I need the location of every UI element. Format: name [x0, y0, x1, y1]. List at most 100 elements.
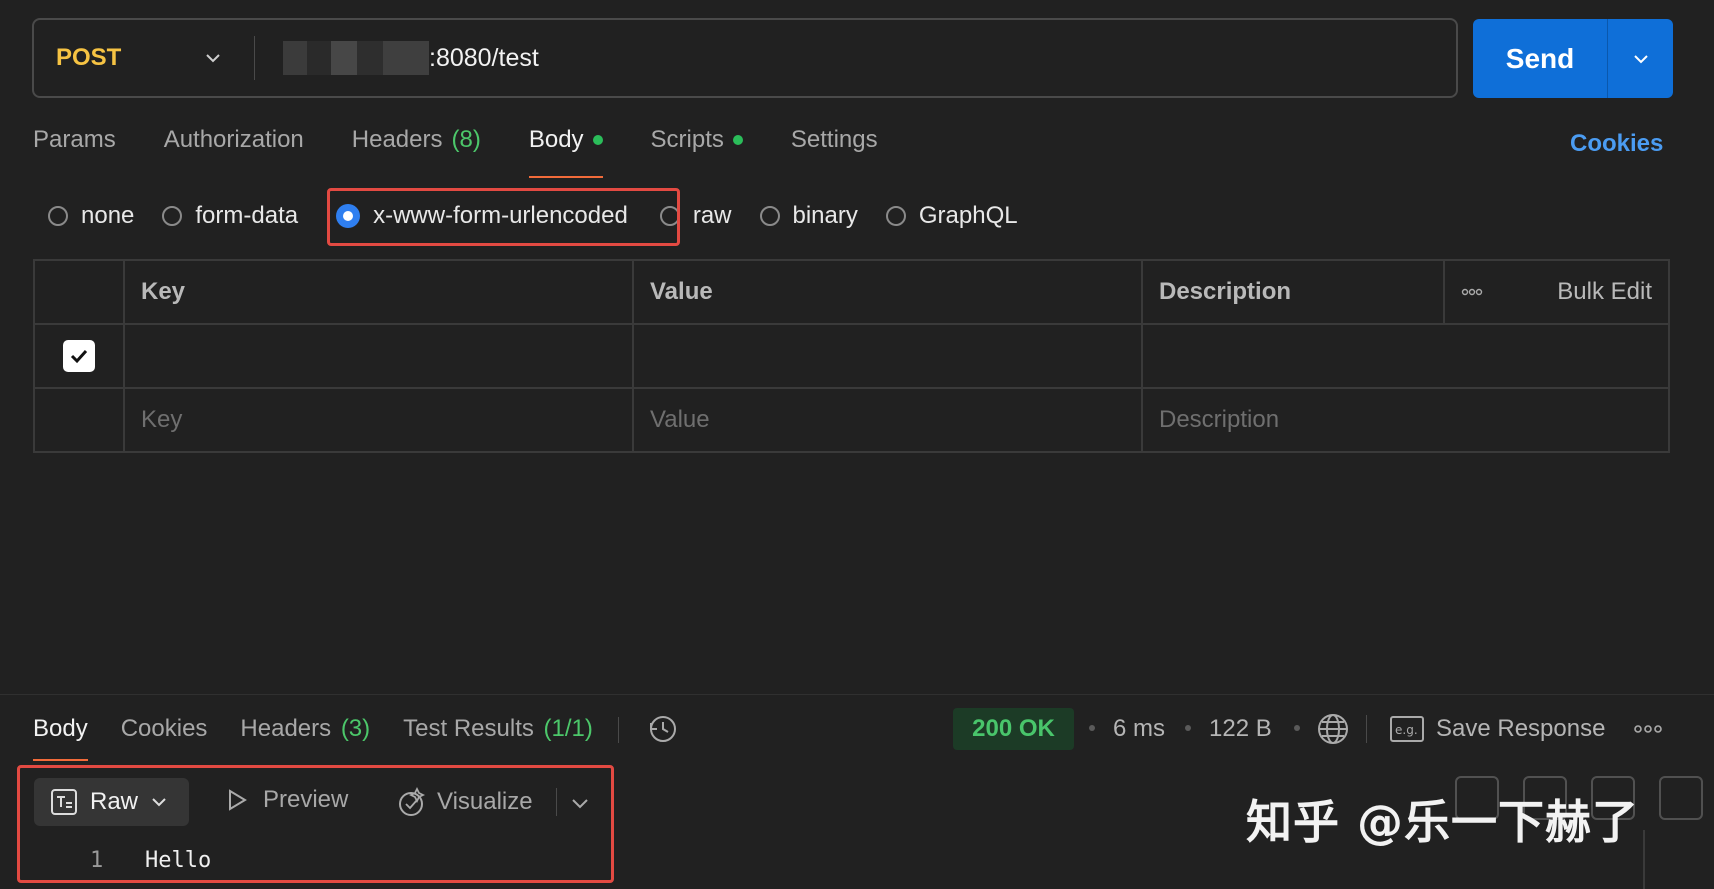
svg-text:e.g.: e.g.	[1395, 723, 1418, 737]
chevron-down-icon[interactable]	[570, 793, 590, 813]
table-row	[33, 323, 1670, 389]
tab-label: Scripts	[650, 126, 724, 153]
response-tab-headers[interactable]: Headers (3)	[240, 715, 370, 761]
description-cell[interactable]	[1141, 323, 1670, 389]
text-format-icon	[51, 789, 77, 815]
row-checkbox-cell	[33, 387, 125, 453]
headers-count: (8)	[451, 126, 481, 153]
save-response-label: Save Response	[1436, 715, 1606, 742]
preview-button[interactable]: Preview	[225, 786, 348, 814]
history-icon[interactable]	[647, 713, 679, 745]
form-params-table: Key Value Description Bulk Edit Key Valu…	[33, 259, 1670, 453]
column-header-description: Description	[1141, 259, 1445, 325]
watermark-text: 知乎 @乐一下赫了	[1246, 795, 1640, 849]
tab-label: Body	[528, 126, 584, 153]
description-placeholder[interactable]: Description	[1141, 387, 1670, 453]
redacted-host	[283, 41, 429, 75]
tab-scripts[interactable]: Scripts	[651, 126, 743, 178]
radio-icon	[885, 206, 906, 226]
tab-label: Authorization	[163, 126, 304, 153]
visualize-label: Visualize	[437, 788, 533, 815]
visualize-icon	[399, 786, 426, 816]
scrollbar-track[interactable]	[1643, 830, 1645, 889]
response-tab-test-results[interactable]: Test Results (1/1)	[403, 715, 593, 761]
column-header-value: Value	[632, 259, 1143, 325]
more-icon[interactable]	[1633, 724, 1663, 734]
divider	[617, 717, 619, 743]
example-icon: e.g.	[1390, 716, 1424, 742]
response-tab-body[interactable]: Body	[33, 715, 88, 761]
divider	[1366, 715, 1367, 743]
line-number: 1	[90, 848, 104, 873]
tab-authorization[interactable]: Authorization	[164, 126, 304, 178]
checkbox-column-header	[33, 259, 125, 325]
tab-headers[interactable]: Headers (8)	[352, 126, 481, 178]
modified-dot	[732, 135, 743, 145]
body-type-none[interactable]: none	[48, 202, 134, 230]
response-tabs: Body Cookies Headers (3) Test Results (1…	[33, 715, 679, 761]
response-time[interactable]: 6 ms	[1113, 715, 1165, 743]
column-header-key: Key	[123, 259, 634, 325]
key-placeholder[interactable]: Key	[123, 387, 634, 453]
highlight-annotation	[327, 188, 680, 246]
globe-icon[interactable]	[1316, 712, 1350, 746]
radio-icon	[162, 206, 183, 226]
tab-body[interactable]: Body	[528, 126, 603, 178]
modified-dot	[592, 135, 603, 145]
request-url-bar: POST :8080/test	[32, 18, 1458, 98]
body-type-form-data[interactable]: form-data	[162, 202, 298, 230]
send-button-group: Send	[1473, 19, 1673, 98]
radio-icon	[48, 206, 68, 226]
response-size[interactable]: 122 B	[1209, 715, 1272, 743]
request-tabs: Params Authorization Headers (8) Body Scr…	[33, 126, 926, 178]
checkmark-icon	[70, 349, 88, 364]
response-tab-cookies[interactable]: Cookies	[121, 715, 208, 761]
row-checkbox[interactable]	[63, 340, 95, 372]
method-label: POST	[56, 44, 122, 71]
tab-label: Body	[33, 715, 88, 742]
visualize-button[interactable]: Visualize	[395, 786, 533, 818]
bulk-edit-button[interactable]: Bulk Edit	[1557, 278, 1652, 306]
tab-label: Settings	[790, 126, 878, 153]
tab-params[interactable]: Params	[33, 126, 116, 178]
url-input[interactable]: :8080/test	[255, 41, 539, 75]
tab-settings[interactable]: Settings	[791, 126, 878, 178]
table-header-row: Key Value Description Bulk Edit	[33, 259, 1670, 325]
preview-label: Preview	[263, 786, 349, 813]
status-badge: 200 OK	[953, 708, 1074, 750]
save-response-button[interactable]: e.g. Save Response	[1390, 715, 1605, 743]
tab-label: Test Results	[403, 715, 534, 742]
response-body-text[interactable]: Hello	[145, 848, 211, 873]
separator-dot	[1185, 725, 1191, 731]
value-cell[interactable]	[632, 323, 1143, 389]
separator-dot	[1089, 725, 1095, 731]
play-icon	[229, 789, 247, 811]
body-type-binary[interactable]: binary	[759, 202, 858, 230]
send-button[interactable]: Send	[1473, 43, 1607, 75]
body-type-graphql[interactable]: GraphQL	[885, 202, 1018, 230]
key-cell[interactable]	[123, 323, 634, 389]
view-mode-dropdown[interactable]: Raw	[34, 778, 189, 826]
radio-label: none	[81, 202, 135, 229]
more-icon[interactable]	[1461, 288, 1483, 296]
pane-divider[interactable]	[0, 694, 1714, 695]
row-checkbox-cell	[33, 323, 125, 389]
radio-icon	[759, 206, 780, 226]
divider	[556, 788, 557, 816]
radio-label: raw	[692, 202, 732, 229]
link-icon[interactable]	[1659, 776, 1703, 820]
method-dropdown[interactable]: POST	[34, 44, 254, 72]
view-mode-label: Raw	[90, 788, 139, 815]
headers-count: (3)	[340, 715, 371, 742]
radio-label: binary	[792, 202, 858, 229]
cookies-link[interactable]: Cookies	[1570, 130, 1663, 158]
send-options-button[interactable]	[1608, 50, 1673, 68]
chevron-down-icon	[152, 798, 166, 807]
separator-dot	[1294, 725, 1300, 731]
radio-label: form-data	[195, 202, 299, 229]
value-placeholder[interactable]: Value	[632, 387, 1143, 453]
tab-label: Params	[33, 126, 116, 153]
tab-label: Headers	[351, 126, 443, 153]
radio-label: GraphQL	[918, 202, 1018, 229]
table-row-new: Key Value Description	[33, 387, 1670, 453]
